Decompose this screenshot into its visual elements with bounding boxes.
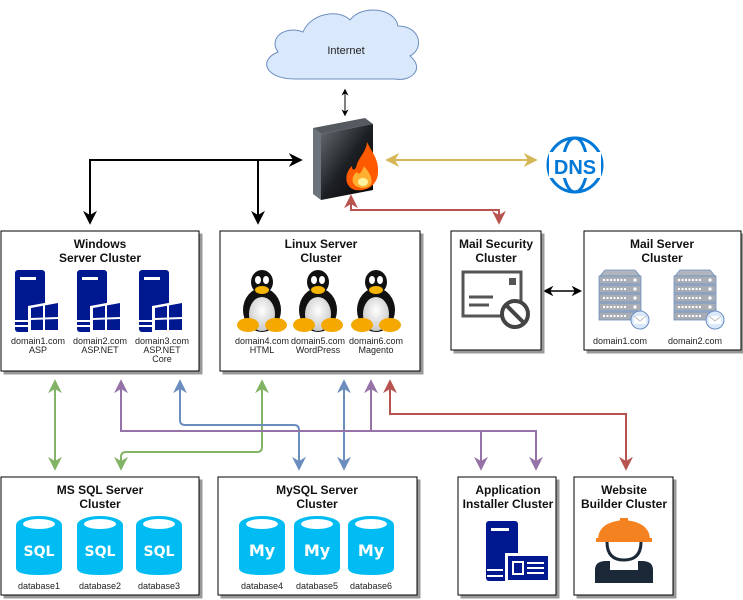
database-icon-text: My <box>358 541 385 560</box>
sql-database-icon: SQL <box>136 516 182 575</box>
internet-label: Internet <box>327 45 364 57</box>
database-icon-text: SQL <box>144 544 175 560</box>
windows-title-line1: Windows <box>74 237 127 251</box>
mysql-database-icon: My <box>239 516 285 575</box>
windows-mysql-link <box>173 379 306 471</box>
mssql-server-cluster[interactable]: MS SQL Server Cluster SQL database1 SQL dat… <box>0 476 200 596</box>
server-tech-label: ASP.NET <box>81 345 119 355</box>
firewall-icon <box>313 118 379 200</box>
database-label: database5 <box>296 581 338 591</box>
website-builder-title-line2: Builder Cluster <box>581 497 667 511</box>
database-icon-text: My <box>304 541 331 560</box>
sql-database-icon: SQL <box>16 516 62 575</box>
mail-security-title-line1: Mail Security <box>459 237 533 251</box>
linux-title-line1: Linux Server <box>285 237 358 251</box>
mail-server-title-line1: Mail Server <box>630 237 694 251</box>
mysql-title-line1: MySQL Server <box>276 483 358 497</box>
internet-cloud[interactable]: Internet <box>266 9 420 80</box>
windows-firewall-link <box>83 153 303 225</box>
mysql-database-icon: My <box>348 516 394 575</box>
windows-server-cluster[interactable]: Windows Server Cluster domain1.comASPdom… <box>0 230 200 372</box>
dns-label: DNS <box>554 157 596 179</box>
mail-security-title-line2: Cluster <box>475 251 517 265</box>
application-installer-cluster[interactable]: Application Installer Cluster <box>457 476 557 596</box>
database-icon-text: SQL <box>85 544 116 560</box>
linux-title-line2: Cluster <box>300 251 342 265</box>
database-label: database1 <box>18 581 60 591</box>
app-installer-title-line1: Application <box>475 483 540 497</box>
server-tech-label: Core <box>152 354 172 364</box>
mysql-title-line2: Cluster <box>296 497 338 511</box>
mysql-database-icon: My <box>294 516 340 575</box>
linux-websitebuilder-link <box>383 379 633 471</box>
server-tech-label: ASP <box>29 345 47 355</box>
database-icon-text: SQL <box>24 544 55 560</box>
mssql-title-line1: MS SQL Server <box>57 483 144 497</box>
network-diagram: Internet DNS Windows Server Cluster doma… <box>0 9 742 596</box>
mail-domain-label: domain1.com <box>593 336 647 346</box>
app-installer-title-line2: Installer Cluster <box>463 497 554 511</box>
bottom-connectors <box>48 379 633 471</box>
website-builder-cluster[interactable]: Website Builder Cluster <box>573 476 674 596</box>
server-tech-label: WordPress <box>296 345 341 355</box>
mssql-title-line2: Cluster <box>79 497 121 511</box>
mail-server-title-line2: Cluster <box>641 251 683 265</box>
mysql-server-cluster[interactable]: MySQL Server Cluster My database4 My databa… <box>217 476 418 596</box>
sql-database-icon: SQL <box>77 516 123 575</box>
mail-security-cluster[interactable]: Mail Security Cluster <box>450 230 542 351</box>
mail-domain-label: domain2.com <box>668 336 722 346</box>
mail-server-cluster[interactable]: Mail Server Cluster domain1.com domain2.c… <box>583 230 742 351</box>
windows-title-line2: Server Cluster <box>59 251 141 265</box>
database-icon-text: My <box>249 541 276 560</box>
database-label: database2 <box>79 581 121 591</box>
dns-server[interactable]: DNS <box>546 136 604 194</box>
website-builder-title-line1: Website <box>601 483 647 497</box>
server-tech-label: Magento <box>358 345 393 355</box>
database-label: database6 <box>350 581 392 591</box>
linux-server-cluster[interactable]: Linux Server Cluster domain4.comHTMLdoma… <box>219 230 421 372</box>
database-label: database3 <box>138 581 180 591</box>
server-tech-label: HTML <box>250 345 275 355</box>
firewall[interactable] <box>313 118 379 200</box>
firewall-mailsecurity-link <box>344 194 506 225</box>
database-label: database4 <box>241 581 283 591</box>
